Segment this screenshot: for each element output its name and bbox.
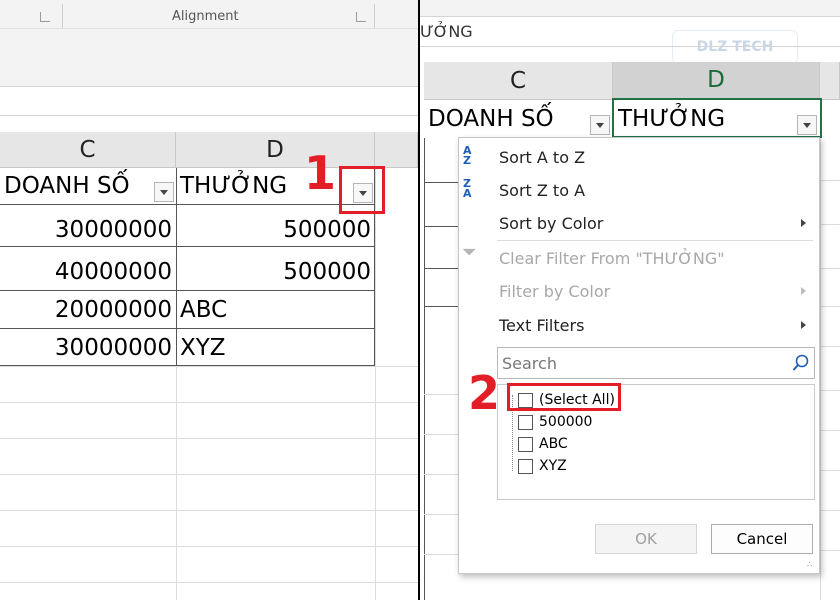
checkbox[interactable]: [518, 458, 533, 474]
gridline: [0, 474, 418, 475]
callout-number-2: 2: [468, 366, 501, 420]
alignment-launcher-icon[interactable]: [356, 12, 366, 22]
gridline: [0, 546, 418, 547]
ribbon-divider: [374, 4, 375, 28]
clear-filter-icon: ⏷: [463, 242, 476, 261]
resize-grip-icon[interactable]: ∴: [807, 561, 812, 569]
formula-bar-text[interactable]: ƯỞNG: [420, 22, 473, 41]
gridline: [820, 138, 821, 600]
watermark-logo: DLZ TECH: [672, 30, 798, 64]
column-header-c[interactable]: C: [424, 62, 613, 100]
menu-separator: [497, 240, 813, 241]
menu-item-label: Clear Filter From "THƯỞNG": [499, 248, 725, 268]
menu-item-sort-a-z[interactable]: AZ Sort A to Z: [463, 144, 813, 170]
menu-item-label: Text Filters: [499, 315, 585, 335]
menu-item-sort-z-a[interactable]: ZA Sort Z to A: [463, 177, 813, 203]
search-icon: [792, 354, 809, 371]
dialog-launcher-icon[interactable]: [40, 12, 50, 22]
list-item-label: 500000: [539, 414, 593, 430]
search-placeholder: Search: [502, 353, 557, 373]
list-item[interactable]: 500000: [518, 411, 592, 433]
gridline: [0, 402, 418, 403]
table-cell[interactable]: 20000000: [0, 290, 176, 330]
right-screenshot: ƯỞNG DLZ TECH C D DOANH SỐ THƯỞNG AZ Sor…: [420, 0, 840, 600]
header-cell-doanh-so[interactable]: DOANH SỐ: [424, 100, 594, 138]
header-cell-thuong[interactable]: THƯỞNG: [614, 100, 784, 138]
filter-dropdown-button-c[interactable]: [590, 115, 610, 135]
sort-ascending-icon: AZ: [463, 144, 472, 167]
submenu-arrow-icon: [801, 321, 806, 329]
gridline: [0, 582, 418, 583]
filter-dropdown-button-c[interactable]: [154, 182, 174, 202]
menu-item-text-filters[interactable]: Text Filters: [499, 312, 809, 338]
column-header-e[interactable]: [375, 132, 418, 168]
gridline: [424, 138, 425, 600]
gridline: [0, 366, 418, 367]
filter-dropdown-button-d[interactable]: [797, 115, 817, 135]
autofilter-menu: AZ Sort A to Z ZA Sort Z to A Sort by Co…: [458, 137, 820, 574]
table-cell[interactable]: ABC: [176, 290, 375, 330]
menu-item-label: Sort Z to A: [499, 180, 586, 200]
left-screenshot: Alignment C D DOANH SỐ THƯỞNG 1 30000000…: [0, 0, 420, 600]
gridline: [0, 438, 418, 439]
ok-button[interactable]: OK: [595, 524, 697, 554]
list-item-label: XYZ: [539, 458, 567, 474]
search-input[interactable]: Search: [497, 347, 815, 379]
column-header-d[interactable]: D: [613, 62, 820, 100]
ribbon-divider: [62, 4, 63, 28]
menu-item-filter-by-color[interactable]: Filter by Color: [499, 278, 809, 304]
header-cell-doanh-so[interactable]: DOANH SỐ: [0, 168, 150, 204]
formula-bar[interactable]: [0, 86, 418, 116]
menu-item-label: Sort by Color: [499, 213, 604, 233]
menu-item-label: Filter by Color: [499, 281, 611, 301]
list-item[interactable]: XYZ: [518, 455, 567, 477]
column-header-e[interactable]: [820, 62, 840, 100]
list-item-label: ABC: [539, 436, 568, 452]
checkbox[interactable]: [518, 414, 533, 430]
submenu-arrow-icon: [801, 219, 806, 227]
menu-item-label: Sort A to Z: [499, 147, 586, 167]
ribbon-group-label: Alignment: [172, 9, 239, 24]
highlight-box-2: [507, 383, 621, 411]
ribbon: [420, 0, 840, 16]
list-item[interactable]: ABC: [518, 433, 568, 455]
gridline: [0, 510, 418, 511]
table-cell[interactable]: 30000000: [0, 330, 176, 366]
column-header-c[interactable]: C: [0, 132, 176, 168]
ribbon-rule: [0, 28, 418, 29]
menu-item-sort-by-color[interactable]: Sort by Color: [499, 210, 809, 236]
checkbox[interactable]: [518, 436, 533, 452]
column-header-d[interactable]: D: [176, 132, 375, 168]
cancel-button[interactable]: Cancel: [711, 524, 813, 554]
sort-descending-icon: ZA: [463, 177, 472, 200]
gridline: [375, 168, 376, 600]
submenu-arrow-icon: [801, 287, 806, 295]
callout-number-1: 1: [304, 146, 337, 200]
table-cell[interactable]: XYZ: [176, 330, 375, 366]
menu-item-clear-filter[interactable]: ⏷ Clear Filter From "THƯỞNG": [463, 242, 813, 271]
